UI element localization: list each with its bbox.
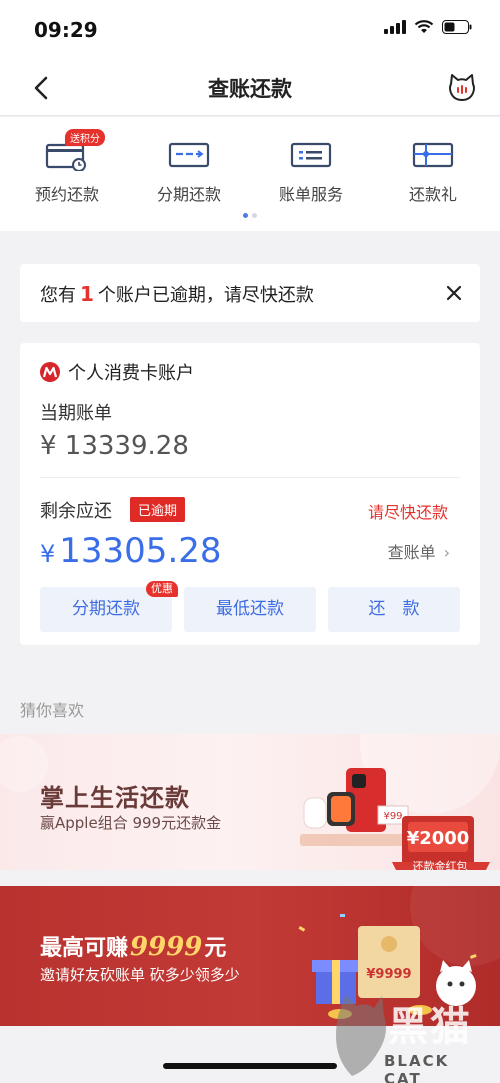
page-dot bbox=[252, 213, 257, 218]
quick-label: 预约还款 bbox=[34, 185, 99, 204]
currency-symbol: ¥ bbox=[40, 540, 56, 568]
overdue-badge: 已逾期 bbox=[130, 497, 186, 522]
installment-button-label: 分期还款 bbox=[72, 599, 140, 619]
hurry-repay-text: 请尽快还款 bbox=[367, 503, 448, 522]
view-bill-label: 查账单 bbox=[387, 543, 436, 562]
home-indicator[interactable] bbox=[163, 1063, 337, 1069]
points-tag: 送积分 bbox=[65, 129, 105, 146]
remaining-amount-value: 13305.28 bbox=[59, 531, 222, 571]
envelope-amount: ¥9999 bbox=[366, 967, 411, 982]
overdue-count: 1 bbox=[80, 282, 94, 306]
quick-installment[interactable]: 分期还款 bbox=[134, 139, 244, 205]
banner1-title: 掌上生活还款 bbox=[40, 783, 190, 812]
page-indicator bbox=[0, 213, 500, 218]
banner2-title-suffix: 元 bbox=[204, 935, 227, 961]
calendar-clock-icon: 送积分 bbox=[45, 129, 105, 172]
quick-repayment-gift[interactable]: 还款礼 bbox=[378, 139, 488, 205]
current-bill-amount: ¥ 13339.28 bbox=[40, 431, 189, 461]
promo-banner-apple[interactable]: ¥99 ¥2000 还款金红包 掌上生活还款 赢Apple组合 999元还款金 bbox=[0, 734, 500, 870]
cellular-signal-icon bbox=[384, 20, 406, 34]
quick-bill-service[interactable]: 账单服务 bbox=[256, 139, 366, 205]
notice-suffix: 个账户已逾期，请尽快还款 bbox=[97, 285, 314, 306]
banner1-subtitle: 赢Apple组合 999元还款金 bbox=[40, 814, 222, 832]
watermark-text: 黑猫 bbox=[388, 1004, 472, 1050]
card-installment-icon bbox=[167, 139, 211, 171]
close-icon[interactable] bbox=[442, 281, 466, 305]
bill-list-icon bbox=[289, 139, 333, 171]
wifi-icon bbox=[414, 20, 434, 33]
voucher-amount: ¥2000 bbox=[407, 828, 470, 849]
banner2-title: 最高可赚9999元 bbox=[40, 930, 226, 962]
status-bar: 09:29 bbox=[0, 0, 500, 60]
quick-label: 账单服务 bbox=[278, 185, 343, 204]
minimum-payment-button[interactable]: 最低还款 bbox=[184, 587, 316, 632]
remaining-label: 剩余应还 bbox=[40, 501, 112, 522]
divider bbox=[40, 477, 460, 478]
price-tag-text: ¥99 bbox=[383, 811, 402, 822]
red-packet-label: 还款金红包 bbox=[413, 859, 468, 870]
gift-card-icon bbox=[411, 139, 455, 171]
bank-logo-icon bbox=[40, 362, 60, 382]
status-time: 09:29 bbox=[34, 18, 98, 42]
view-bill-link[interactable]: 查账单 › bbox=[388, 539, 450, 563]
account-header: 个人消费卡账户 bbox=[40, 359, 194, 385]
account-card: 个人消费卡账户 当期账单 ¥ 13339.28 剩余应还 已逾期 请尽快还款 ¥… bbox=[20, 343, 480, 645]
recommendations-label: 猜你喜欢 bbox=[20, 701, 85, 720]
minimum-payment-label: 最低还款 bbox=[216, 599, 284, 619]
battery-icon bbox=[442, 20, 472, 34]
current-bill-label: 当期账单 bbox=[40, 403, 112, 424]
quick-scheduled-repayment[interactable]: 送积分 预约还款 bbox=[12, 129, 122, 205]
remaining-amount: ¥13305.28 bbox=[40, 531, 222, 571]
repay-button-label: 还 款 bbox=[368, 599, 420, 619]
installment-button[interactable]: 分期还款 优惠 bbox=[40, 581, 178, 632]
quick-label: 还款礼 bbox=[408, 185, 457, 204]
overdue-notice-text: 您有 1 个账户已逾期，请尽快还款 bbox=[40, 281, 314, 307]
repay-button[interactable]: 还 款 bbox=[328, 587, 460, 632]
chevron-right-icon: › bbox=[443, 543, 450, 562]
customer-service-cat-icon[interactable] bbox=[446, 72, 478, 104]
banner2-title-prefix: 最高可赚 bbox=[40, 935, 129, 961]
watermark-subtext: BLACK CAT bbox=[384, 1052, 450, 1083]
watermark: 黑猫 BLACK CAT bbox=[330, 990, 490, 1083]
notice-prefix: 您有 bbox=[40, 285, 76, 306]
quick-actions: 送积分 预约还款 分期还款 账单服务 还款礼 bbox=[0, 117, 500, 231]
discount-tag: 优惠 bbox=[146, 581, 178, 597]
page-title: 查账还款 bbox=[208, 77, 292, 101]
status-icons bbox=[384, 20, 472, 34]
account-name: 个人消费卡账户 bbox=[68, 363, 194, 384]
overdue-notice: 您有 1 个账户已逾期，请尽快还款 bbox=[20, 264, 480, 322]
banner2-subtitle: 邀请好友砍账单 砍多少领多少 bbox=[40, 966, 240, 984]
banner2-title-amount: 9999 bbox=[130, 932, 203, 962]
black-cat-logo-icon bbox=[336, 994, 386, 1076]
page-dot-active bbox=[243, 213, 248, 218]
nav-bar: 查账还款 bbox=[0, 60, 500, 116]
quick-label: 分期还款 bbox=[156, 185, 221, 204]
